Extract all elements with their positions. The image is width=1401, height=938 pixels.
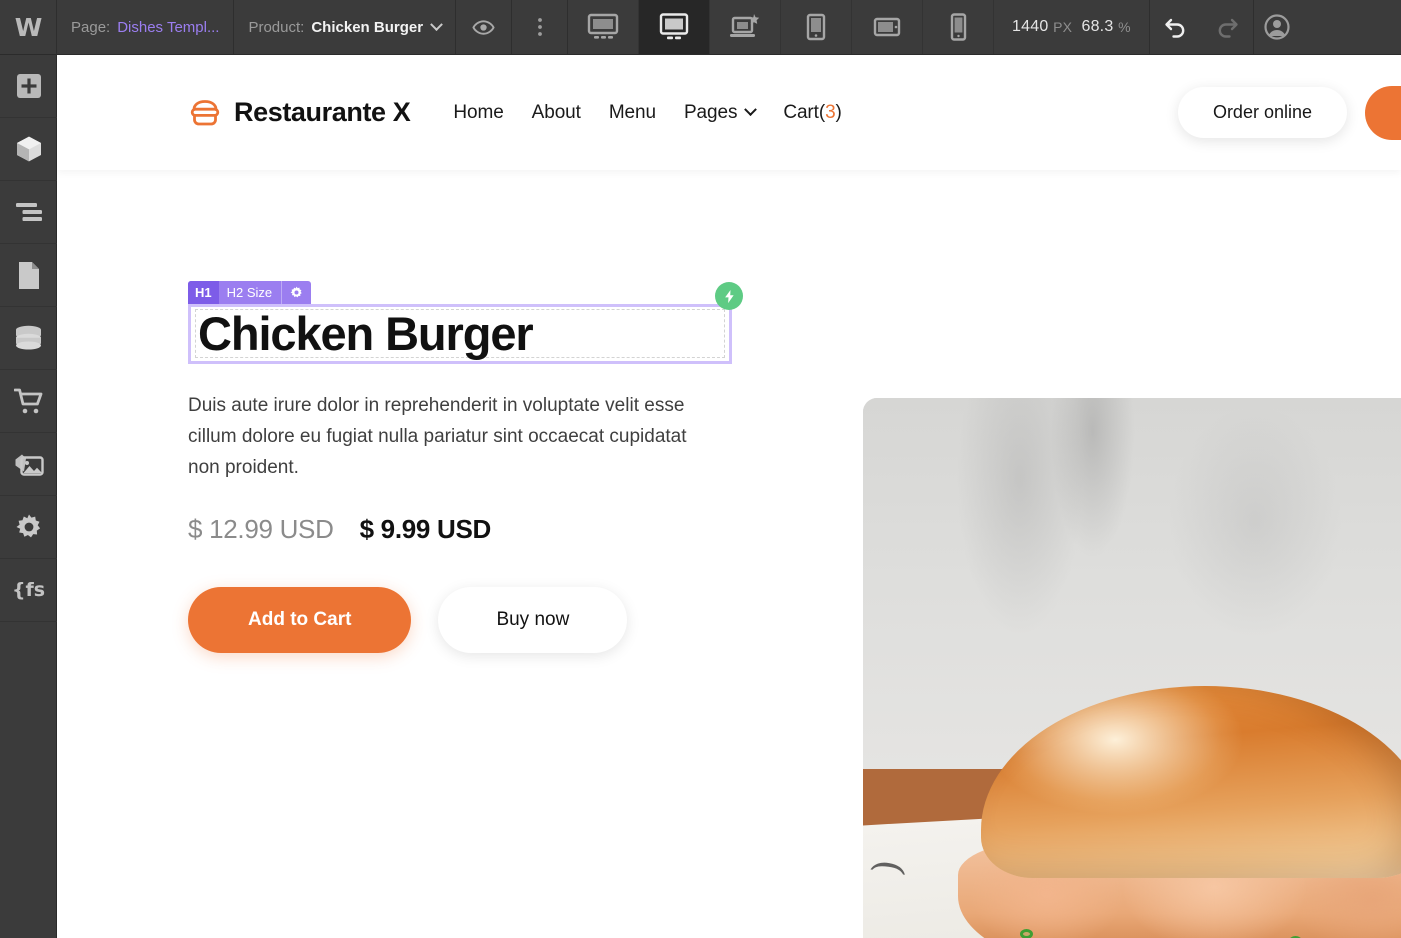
designer-left-sidebar: {fs — [0, 55, 57, 938]
cart-count-badge: 3 — [825, 101, 836, 123]
breakpoint-tablet[interactable] — [781, 0, 853, 54]
nav-link-cart[interactable]: Cart(3) — [783, 101, 842, 124]
breakpoint-desktop-large[interactable] — [568, 0, 640, 54]
site-nav-links: Home About Menu Pages Cart(3) — [453, 101, 842, 124]
tablet-icon — [806, 13, 826, 41]
sidebar-item-pages[interactable] — [0, 244, 57, 307]
product-image-wrapper: ) BR ollo ( — [863, 398, 1401, 938]
page-document-icon — [18, 261, 39, 289]
viewport-width-value: 1440 — [1012, 18, 1049, 35]
nav-link-menu[interactable]: Menu — [609, 102, 656, 124]
monitor-icon — [587, 13, 619, 39]
redo-button[interactable] — [1202, 0, 1254, 54]
webflow-logo-icon: W — [14, 12, 43, 42]
viewport-width-unit: PX — [1053, 19, 1073, 35]
breakpoint-laptop-starred[interactable] — [710, 0, 782, 54]
product-prices: $ 12.99 USD $ 9.99 USD — [188, 514, 709, 545]
lightning-bolt-icon — [724, 289, 734, 303]
interaction-badge[interactable] — [715, 282, 743, 310]
heading-inner-guide: Chicken Burger — [195, 309, 725, 358]
burger-logo-icon — [190, 99, 220, 125]
user-avatar-button[interactable] — [1254, 0, 1300, 54]
kebab-menu-icon — [537, 18, 542, 36]
user-avatar-icon — [1264, 14, 1290, 40]
page-selector[interactable]: Page: Dishes Templ... — [57, 0, 235, 54]
design-canvas: Restaurante X Home About Menu Pages Cart… — [57, 55, 1401, 938]
product-details: H1 H2 Size Chicken Burger Duis aute irur… — [57, 281, 743, 653]
nav-dropdown-pages[interactable]: Pages — [683, 101, 758, 124]
site-nav-actions: Order online — [1177, 85, 1401, 140]
buy-now-button[interactable]: Buy now — [438, 586, 628, 653]
product-value: Chicken Burger — [311, 18, 424, 36]
nav-link-home[interactable]: Home — [453, 102, 503, 124]
heading-selection-outline[interactable]: Chicken Burger — [188, 282, 743, 364]
zoom-value: 68.3 — [1081, 18, 1114, 35]
gear-icon — [290, 286, 302, 298]
product-label: Product: — [248, 18, 305, 36]
heading-size-label: H2 Size — [226, 285, 273, 300]
product-description: Duis aute irure dolor in reprehenderit i… — [188, 395, 687, 478]
more-options-button[interactable] — [512, 0, 569, 54]
product-selector[interactable]: Product: Chicken Burger — [234, 0, 457, 54]
breakpoint-tablet-landscape[interactable] — [852, 0, 924, 54]
sidebar-item-cms[interactable] — [0, 307, 57, 370]
database-stack-icon — [16, 325, 41, 350]
undo-button[interactable] — [1150, 0, 1202, 54]
webflow-home-button[interactable]: W — [0, 0, 57, 54]
undo-arrow-icon — [1165, 18, 1185, 38]
order-online-button[interactable]: Order online — [1177, 87, 1347, 138]
nav-primary-action-button[interactable] — [1365, 85, 1401, 140]
sidebar-item-navigator[interactable] — [0, 181, 57, 244]
eye-preview-icon — [472, 19, 495, 35]
site-navbar: Restaurante X Home About Menu Pages Cart… — [57, 55, 1401, 170]
sidebar-item-components[interactable] — [0, 118, 57, 181]
preview-toggle-button[interactable] — [456, 0, 513, 54]
shopping-cart-icon — [13, 388, 42, 413]
site-brand-name: Restaurante X — [234, 97, 411, 127]
page-value: Dishes Templ... — [117, 18, 220, 36]
zoom-unit: % — [1118, 19, 1131, 35]
chevron-down-icon — [744, 103, 758, 117]
desktop-icon — [659, 13, 689, 40]
mobile-icon — [950, 13, 967, 41]
cart-prefix: Cart( — [783, 101, 826, 123]
product-section: H1 H2 Size Chicken Burger Duis aute irur… — [57, 170, 1401, 938]
site-brand[interactable]: Restaurante X — [188, 96, 411, 130]
cube-icon — [16, 136, 41, 162]
sidebar-item-add-elements[interactable] — [0, 55, 57, 118]
nav-dropdown-pages-label: Pages — [683, 101, 738, 123]
page-label: Page: — [71, 18, 111, 36]
chevron-down-icon — [430, 17, 443, 31]
fs-braces-icon: {fs — [11, 579, 46, 601]
product-price-original: $ 12.99 USD — [188, 513, 334, 544]
photo-chive-2 — [1019, 929, 1033, 938]
element-selection-badge[interactable]: H1 H2 Size — [188, 281, 312, 304]
sidebar-item-ecommerce[interactable] — [0, 370, 57, 433]
cart-suffix: ) — [835, 101, 842, 123]
images-stack-icon — [15, 454, 44, 476]
add-to-cart-button[interactable]: Add to Cart — [188, 586, 412, 653]
heading-settings-button[interactable] — [281, 281, 311, 304]
product-image[interactable]: ) BR ollo ( — [863, 398, 1401, 938]
breakpoint-mobile[interactable] — [923, 0, 995, 54]
tablet-landscape-icon — [873, 17, 901, 37]
nav-link-about[interactable]: About — [532, 102, 581, 124]
sidebar-item-settings[interactable] — [0, 496, 57, 559]
gear-icon — [16, 514, 40, 538]
heading-tag-label: H1 — [188, 281, 219, 304]
designer-topbar: W Page: Dishes Templ... Product: Chicken… — [0, 0, 1401, 55]
sidebar-item-custom-code[interactable]: {fs — [0, 559, 57, 622]
selected-heading-wrapper: H1 H2 Size Chicken Burger — [188, 281, 743, 364]
laptop-star-icon — [730, 14, 760, 37]
product-price-sale: $ 9.99 USD — [359, 513, 492, 544]
navigator-layers-icon — [15, 203, 42, 221]
plus-square-icon — [16, 74, 41, 98]
viewport-zoom-display[interactable]: 1440 PX 68.3 % — [994, 0, 1150, 54]
product-title: Chicken Burger — [198, 307, 534, 360]
redo-arrow-icon — [1218, 18, 1238, 38]
sidebar-item-assets[interactable] — [0, 433, 57, 496]
breakpoint-desktop[interactable] — [639, 0, 711, 54]
product-actions: Add to Cart Buy now — [188, 586, 709, 653]
